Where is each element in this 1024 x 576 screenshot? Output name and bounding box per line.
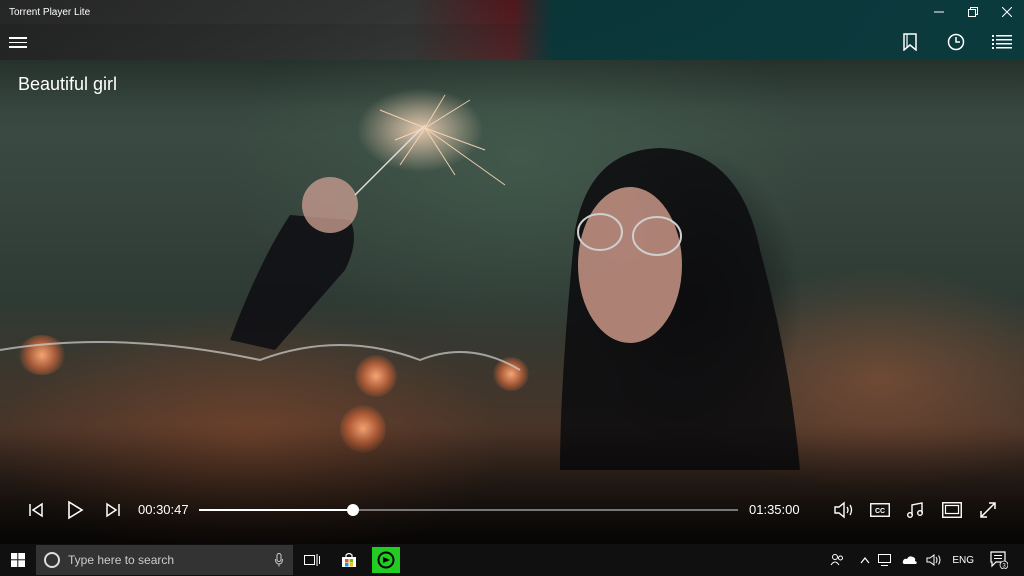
network-icon bbox=[878, 554, 892, 566]
close-button[interactable] bbox=[990, 0, 1024, 24]
playlist-icon bbox=[992, 35, 1012, 49]
onedrive-tray-icon[interactable] bbox=[902, 555, 918, 565]
seek-bar[interactable] bbox=[199, 504, 738, 516]
search-placeholder: Type here to search bbox=[68, 553, 175, 567]
audio-track-button[interactable] bbox=[903, 497, 929, 523]
show-hidden-icons-button[interactable] bbox=[860, 556, 870, 564]
people-icon bbox=[830, 554, 844, 566]
previous-button[interactable] bbox=[23, 497, 49, 523]
minimize-icon bbox=[934, 11, 944, 13]
people-button[interactable] bbox=[830, 553, 844, 567]
language-indicator[interactable]: ENG bbox=[952, 555, 974, 566]
windows-taskbar: Type here to search ENG 3 bbox=[0, 544, 1024, 576]
fullscreen-button[interactable] bbox=[975, 497, 1001, 523]
play-button[interactable] bbox=[62, 497, 88, 523]
menu-button[interactable] bbox=[9, 37, 27, 48]
volume-tray-icon[interactable] bbox=[926, 554, 942, 566]
taskbar-search-box[interactable]: Type here to search bbox=[36, 545, 293, 575]
store-button[interactable] bbox=[331, 544, 367, 576]
bookmark-icon bbox=[903, 33, 917, 51]
restore-icon bbox=[968, 7, 978, 17]
task-view-button[interactable] bbox=[294, 544, 330, 576]
network-tray-icon[interactable] bbox=[878, 554, 894, 566]
history-button[interactable] bbox=[944, 30, 968, 54]
playback-controls: 00:30:47 01:35:00 CC bbox=[0, 492, 1024, 528]
total-time: 01:35:00 bbox=[749, 502, 800, 517]
close-icon bbox=[1002, 7, 1012, 17]
current-time: 00:30:47 bbox=[138, 502, 189, 517]
maximize-button[interactable] bbox=[956, 0, 990, 24]
cortana-icon bbox=[44, 552, 60, 568]
volume-icon bbox=[834, 501, 853, 519]
torrent-player-taskbar-button[interactable] bbox=[372, 547, 400, 573]
seek-bar-thumb[interactable] bbox=[346, 504, 359, 516]
volume-button[interactable] bbox=[831, 497, 857, 523]
action-center-button[interactable]: 3 bbox=[990, 551, 1008, 569]
notification-icon: 3 bbox=[990, 551, 1008, 569]
fullscreen-icon bbox=[980, 502, 996, 518]
play-icon bbox=[68, 500, 84, 520]
minimize-button[interactable] bbox=[922, 0, 956, 24]
captions-button[interactable]: CC bbox=[867, 497, 893, 523]
store-icon bbox=[342, 552, 356, 567]
start-button[interactable] bbox=[0, 544, 36, 576]
next-icon bbox=[106, 502, 120, 518]
audio-track-icon bbox=[907, 502, 923, 518]
microphone-icon[interactable] bbox=[275, 553, 283, 567]
svg-text:CC: CC bbox=[875, 508, 885, 515]
video-vignette bbox=[0, 0, 1024, 544]
torrent-player-icon bbox=[377, 551, 395, 569]
task-view-icon bbox=[304, 554, 320, 566]
window-titlebar[interactable]: Torrent Player Lite bbox=[0, 0, 1024, 24]
app-title: Torrent Player Lite bbox=[9, 6, 91, 18]
system-tray: ENG 3 bbox=[826, 544, 1024, 576]
playlist-button[interactable] bbox=[990, 30, 1014, 54]
chevron-up-icon bbox=[860, 557, 870, 564]
video-title: Beautiful girl bbox=[18, 74, 118, 94]
hamburger-icon bbox=[9, 37, 27, 39]
picture-in-picture-button[interactable] bbox=[939, 497, 965, 523]
bookmark-button[interactable] bbox=[898, 30, 922, 54]
next-button[interactable] bbox=[100, 497, 126, 523]
previous-icon bbox=[29, 502, 43, 518]
history-icon bbox=[947, 33, 965, 51]
speaker-icon bbox=[926, 554, 941, 566]
captions-icon: CC bbox=[870, 503, 890, 517]
seek-bar-progress bbox=[199, 509, 353, 511]
cloud-icon bbox=[903, 556, 918, 564]
windows-logo-icon bbox=[11, 553, 25, 567]
app-header bbox=[0, 24, 1024, 60]
header-actions bbox=[898, 24, 1014, 60]
picture-in-picture-icon bbox=[942, 502, 962, 518]
window-controls bbox=[922, 0, 1024, 24]
